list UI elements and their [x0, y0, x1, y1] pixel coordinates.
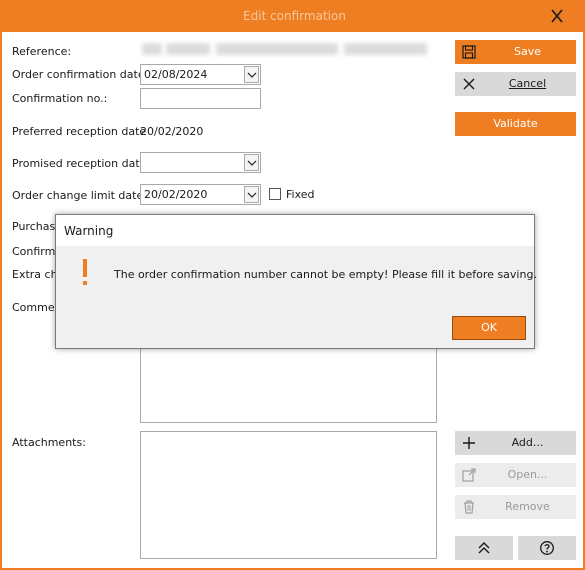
validate-confirmation-label: Validate confirmation... — [475, 117, 556, 154]
collapse-button[interactable] — [455, 536, 513, 560]
order-confirmation-date-field[interactable]: 02/08/2024 — [140, 64, 261, 85]
save-button[interactable]: Save — [455, 40, 576, 64]
chevron-down-icon — [247, 72, 257, 78]
purchase-label: Purchas — [12, 220, 56, 233]
edit-confirmation-window: Edit confirmation Reference: Order confi… — [0, 0, 585, 570]
add-label: Add... — [511, 436, 544, 449]
window-title: Edit confirmation — [243, 9, 346, 23]
open-attachment-button[interactable]: Open... — [455, 463, 576, 487]
promised-reception-dropdown[interactable] — [244, 154, 259, 171]
warning-dialog-title: Warning — [64, 224, 114, 238]
attachments-list[interactable] — [140, 431, 437, 559]
ok-button[interactable]: OK — [452, 316, 526, 340]
promised-reception-label: Promised reception date — [12, 157, 147, 170]
order-confirmation-date-dropdown[interactable] — [244, 66, 259, 83]
add-attachment-button[interactable]: Add... — [455, 431, 576, 455]
confirmation-no-label: Confirmation no.: — [12, 92, 108, 105]
plus-icon — [463, 437, 475, 449]
order-change-limit-field[interactable]: 20/02/2020 — [140, 184, 261, 205]
warning-dialog-message: The order confirmation number cannot be … — [114, 268, 537, 281]
order-change-limit-label: Order change limit date: — [12, 189, 147, 202]
close-button[interactable] — [546, 6, 568, 26]
promised-reception-field[interactable] — [140, 152, 261, 173]
trash-icon — [464, 500, 474, 514]
help-button[interactable] — [518, 536, 576, 560]
chevron-down-icon — [247, 192, 257, 198]
preferred-reception-value: 20/02/2020 — [140, 125, 204, 138]
double-chevron-up-icon — [478, 542, 490, 554]
remove-label: Remove — [505, 500, 550, 513]
close-icon — [551, 9, 563, 23]
open-external-icon — [462, 468, 476, 482]
confirmation-no-input[interactable] — [140, 88, 261, 109]
chevron-down-icon — [247, 160, 257, 166]
cancel-button[interactable]: Cancel — [455, 72, 576, 96]
attachments-label: Attachments: — [12, 436, 86, 449]
reference-label: Reference: — [12, 45, 72, 58]
comment-label: Commer — [12, 301, 60, 314]
open-label: Open... — [507, 468, 548, 481]
reference-value-redacted — [142, 43, 427, 55]
save-icon — [462, 45, 476, 59]
fixed-checkbox[interactable] — [269, 188, 281, 200]
help-icon — [540, 541, 554, 555]
order-confirmation-date-value: 02/08/2024 — [144, 68, 208, 81]
warning-dialog-titlebar: Warning — [56, 215, 534, 246]
preferred-reception-label: Preferred reception date — [12, 125, 147, 138]
fixed-label: Fixed — [286, 188, 315, 201]
extra-label: Extra ch — [12, 268, 58, 281]
warning-dialog: Warning The order confirmation number ca… — [55, 214, 537, 349]
warning-exclamation-icon — [83, 259, 87, 285]
validate-confirmation-button[interactable]: Validate confirmation... — [455, 112, 576, 154]
order-confirmation-date-label: Order confirmation date: — [12, 68, 149, 81]
order-change-limit-value: 20/02/2020 — [144, 188, 208, 201]
order-change-limit-dropdown[interactable] — [244, 186, 259, 203]
cancel-x-icon — [463, 78, 475, 90]
save-label: Save — [513, 45, 541, 58]
confirmed-label: Confirm — [12, 245, 56, 258]
cancel-label: Cancel — [508, 77, 547, 90]
remove-attachment-button[interactable]: Remove — [455, 495, 576, 519]
title-bar: Edit confirmation — [2, 0, 585, 32]
